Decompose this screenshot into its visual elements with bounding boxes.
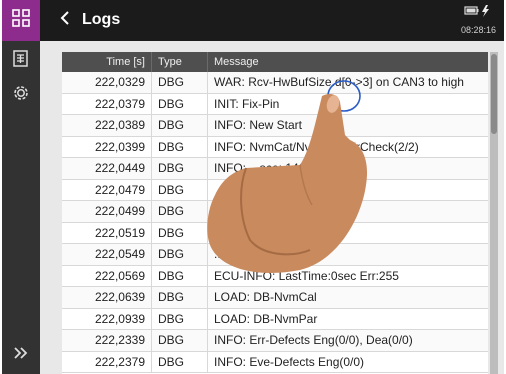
cell-message bbox=[208, 223, 488, 244]
bolt-icon bbox=[482, 5, 489, 17]
cell-time: 222,2379 bbox=[62, 351, 152, 372]
cell-message: ...ts bbox=[214, 204, 234, 218]
chevron-left-icon bbox=[59, 10, 71, 31]
cell-type: DBG bbox=[152, 265, 208, 286]
column-header-message[interactable]: Message bbox=[208, 52, 488, 72]
cell-type: DBG bbox=[152, 115, 208, 136]
cell-time: 222,0449 bbox=[62, 158, 152, 179]
cell-message: INFO: NvmCat/NvMem-AdrCheck(2/2) bbox=[214, 139, 419, 154]
table-row[interactable]: 222,2379 DBG INFO: Eve-Defects Eng(0/0) bbox=[62, 351, 488, 373]
cell-type: DBG bbox=[152, 222, 208, 243]
cell-type: DBG bbox=[152, 179, 208, 200]
cell-time: 222,0329 bbox=[62, 72, 152, 93]
cell-type: DBG bbox=[152, 158, 208, 179]
settings-button[interactable] bbox=[2, 80, 40, 110]
title-bar: Logs 08:28:16 bbox=[40, 0, 504, 41]
cell-message: INIT: Fix-Pin bbox=[214, 96, 280, 111]
cell-type: DBG bbox=[152, 351, 208, 372]
clock: 08:28:16 bbox=[460, 25, 496, 35]
app-screen: Logs 08:28:16 Time [s] Type Message 222,… bbox=[2, 0, 504, 374]
cell-type: DBG bbox=[152, 136, 208, 157]
table-row[interactable]: 222,0939 DBG LOAD: DB-NvmPar bbox=[62, 308, 488, 330]
cell-type: DBG bbox=[152, 330, 208, 351]
back-button[interactable] bbox=[54, 9, 76, 31]
cell-time: 222,0569 bbox=[62, 265, 152, 286]
cell-message bbox=[208, 180, 488, 201]
table-row[interactable]: 222,0519 DBG bbox=[62, 222, 488, 244]
scrollbar-thumb[interactable] bbox=[491, 54, 497, 134]
table-row[interactable]: 222,0329 DBG WAR: Rcv-HwBufSize.d[0->3] on… bbox=[62, 72, 488, 94]
sidebar bbox=[2, 0, 40, 374]
cell-message: INFO: New Start bbox=[214, 118, 303, 132]
status-icons bbox=[434, 4, 494, 18]
cell-time: 222,0939 bbox=[62, 308, 152, 329]
page-title: Logs bbox=[82, 11, 121, 28]
table-row[interactable]: 222,0499 DBG ...ts bbox=[62, 201, 488, 223]
cell-time: 222,0479 bbox=[62, 179, 152, 200]
cell-time: 222,0499 bbox=[62, 201, 152, 222]
cell-type: DBG bbox=[152, 72, 208, 93]
cell-time: 222,0549 bbox=[62, 244, 152, 265]
cell-message: ...0 bbox=[214, 247, 231, 261]
table-row[interactable]: 222,0639 DBG LOAD: DB-NvmCal bbox=[62, 287, 488, 309]
expand-sidebar-button[interactable] bbox=[2, 340, 40, 370]
table-row[interactable]: 222,0479 DBG bbox=[62, 179, 488, 201]
cell-message: INFO: Err-Defects Eng(0/0), Dea(0/0) bbox=[214, 333, 413, 347]
table-row[interactable]: 222,0399 DBG INFO: NvmCat/NvMem-AdrCheck(2… bbox=[62, 136, 488, 158]
log-table: Time [s] Type Message 222,0329 DBG WAR: Rc… bbox=[62, 52, 488, 374]
cell-message: LOAD: DB-NvmCal bbox=[214, 290, 317, 304]
settings-icon bbox=[12, 84, 30, 107]
expand-icon bbox=[13, 346, 29, 365]
table-header: Time [s] Type Message bbox=[62, 52, 488, 72]
table-row[interactable]: 222,0449 DBG INFO: ...ace: 1407 to 59999 bbox=[62, 158, 488, 180]
apps-grid-button[interactable] bbox=[2, 0, 40, 41]
table-row[interactable]: 222,2339 DBG INFO: Err-Defects Eng(0/0), D… bbox=[62, 330, 488, 352]
cell-time: 222,0389 bbox=[62, 115, 152, 136]
table-body: 222,0329 DBG WAR: Rcv-HwBufSize.d[0->3] on… bbox=[62, 72, 488, 373]
cell-type: DBG bbox=[152, 244, 208, 265]
cell-message: WAR: Rcv-HwBufSize.d[0->3] on CAN3 to hi… bbox=[214, 75, 464, 89]
battery-icon bbox=[464, 6, 479, 15]
table-row[interactable]: 222,0549 DBG ...0 bbox=[62, 244, 488, 266]
cell-time: 222,2339 bbox=[62, 330, 152, 351]
table-row[interactable]: 222,0379 DBG INIT: Fix-Pin bbox=[62, 93, 488, 115]
cell-type: DBG bbox=[152, 287, 208, 308]
cell-time: 222,0639 bbox=[62, 287, 152, 308]
cell-type: DBG bbox=[152, 93, 208, 114]
table-row[interactable]: 222,0569 DBG ECU-INFO: LastTime:0sec Err:2… bbox=[62, 265, 488, 287]
document-icon bbox=[12, 49, 30, 73]
cell-time: 222,0379 bbox=[62, 93, 152, 114]
cell-time: 222,0519 bbox=[62, 222, 152, 243]
cell-time: 222,0399 bbox=[62, 136, 152, 157]
cell-message: INFO: Eve-Defects Eng(0/0) bbox=[214, 354, 365, 369]
cell-type: DBG bbox=[152, 308, 208, 329]
cell-message: ECU-INFO: LastTime:0sec Err:255 bbox=[214, 268, 399, 283]
report-button[interactable] bbox=[2, 46, 40, 76]
grid-icon bbox=[12, 9, 30, 32]
cell-message: INFO: ...ace: 1407 to 59999 bbox=[214, 161, 363, 175]
column-header-type[interactable]: Type bbox=[152, 52, 208, 72]
cell-message: LOAD: DB-NvmPar bbox=[214, 311, 318, 326]
scrollbar[interactable] bbox=[490, 52, 498, 374]
cell-type: DBG bbox=[152, 201, 208, 222]
column-header-time[interactable]: Time [s] bbox=[62, 52, 152, 72]
table-row[interactable]: 222,0389 DBG INFO: New Start bbox=[62, 115, 488, 137]
